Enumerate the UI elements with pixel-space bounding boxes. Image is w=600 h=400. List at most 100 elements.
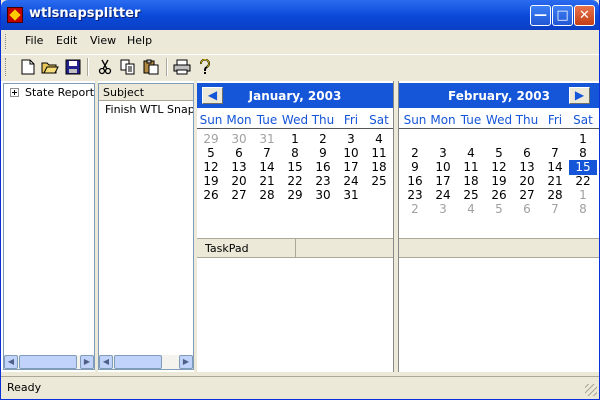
close-button[interactable]: ✕ [574,5,595,26]
calendar-day[interactable]: 6 [225,146,253,161]
menu-edit[interactable]: Edit [56,34,77,47]
calendar-day[interactable]: 13 [225,160,253,175]
calendar-day[interactable]: 3 [429,202,457,217]
help-icon[interactable] [196,58,214,76]
tree-hscrollbar[interactable]: ◀ ▶ [4,355,94,369]
calendar-day[interactable]: 25 [457,188,485,203]
calendar-day[interactable]: 23 [401,188,429,203]
menu-help[interactable]: Help [127,34,152,47]
calendar-day[interactable]: 10 [429,160,457,175]
calendar-day[interactable]: 1 [569,132,597,147]
calendar-day[interactable]: 11 [457,160,485,175]
calendar-day[interactable]: 4 [365,132,393,147]
save-icon[interactable] [64,58,82,76]
calendar-day[interactable]: 2 [401,146,429,161]
calendar-day[interactable]: 12 [197,160,225,175]
calendar-day[interactable]: 21 [253,174,281,189]
calendar-day[interactable]: 25 [365,174,393,189]
calendar-day[interactable]: 29 [281,188,309,203]
new-file-icon[interactable] [19,58,37,76]
calendar-day[interactable]: 20 [513,174,541,189]
app-icon[interactable] [7,7,23,23]
calendar-day[interactable]: 3 [337,132,365,147]
title-bar[interactable]: wtlsnapsplitter — □ ✕ [1,0,599,30]
calendar-day[interactable]: 27 [513,188,541,203]
calendar-day[interactable]: 22 [281,174,309,189]
calendar-day[interactable]: 18 [457,174,485,189]
taskpad[interactable]: TaskPad [197,238,393,372]
calendar-day[interactable]: 14 [253,160,281,175]
tree-view[interactable]: State Reports ◀ ▶ [3,83,95,370]
calendar-day[interactable]: 2 [309,132,337,147]
calendar-day[interactable]: 15 [281,160,309,175]
calendar-day[interactable]: 9 [309,146,337,161]
calendar-day[interactable]: 11 [365,146,393,161]
calendar-day[interactable]: 8 [569,146,597,161]
cut-icon[interactable] [96,58,114,76]
calendar-day[interactable]: 2 [401,202,429,217]
calendar-day[interactable]: 6 [513,202,541,217]
print-icon[interactable] [173,58,191,76]
scroll-right-button[interactable]: ▶ [179,355,193,369]
scroll-right-button[interactable]: ▶ [80,355,94,369]
list-hscrollbar[interactable]: ◀ ▶ [99,355,193,369]
calendar-day[interactable]: 6 [513,146,541,161]
calendar-day[interactable]: 4 [457,202,485,217]
calendar-day[interactable]: 10 [337,146,365,161]
calendar-day[interactable]: 5 [485,202,513,217]
calendar-day[interactable]: 18 [365,160,393,175]
maximize-button[interactable]: □ [552,5,573,26]
calendar-day[interactable]: 3 [429,146,457,161]
calendar-day[interactable]: 28 [253,188,281,203]
calendar-day[interactable]: 31 [253,132,281,147]
calendar-day[interactable]: 7 [541,202,569,217]
calendar-day[interactable]: 4 [457,146,485,161]
calendar-day[interactable]: 24 [429,188,457,203]
calendar-day[interactable]: 7 [253,146,281,161]
calendar-day[interactable]: 19 [197,174,225,189]
calendar-day[interactable]: 29 [197,132,225,147]
calendar-day[interactable]: 12 [485,160,513,175]
menu-grip[interactable] [5,34,9,49]
calendar-day[interactable]: 9 [401,160,429,175]
calendar-day[interactable]: 14 [541,160,569,175]
toolbar-grip[interactable] [5,58,9,76]
calendar-day[interactable]: 23 [309,174,337,189]
scroll-left-button[interactable]: ◀ [4,355,18,369]
menu-file[interactable]: File [25,34,43,47]
scroll-thumb[interactable] [19,355,77,369]
calendar-day[interactable]: 8 [281,146,309,161]
calendar-day[interactable]: 19 [485,174,513,189]
calendar-day[interactable]: 16 [401,174,429,189]
calendar-day[interactable]: 30 [309,188,337,203]
calendar-day[interactable]: 16 [309,160,337,175]
calendar-day[interactable]: 26 [485,188,513,203]
calendar-day[interactable]: 13 [513,160,541,175]
list-item[interactable]: Finish WTL SnapSplitter [105,103,193,116]
message-list[interactable]: Subject Finish WTL SnapSplitter ◀ ▶ [98,83,194,370]
calendar-day[interactable]: 7 [541,146,569,161]
calendar-day[interactable]: 24 [337,174,365,189]
calendar-day[interactable]: 30 [225,132,253,147]
calendar-day[interactable]: 15 [569,160,597,175]
column-header-subject[interactable]: Subject [99,84,193,101]
calendar-day[interactable]: 17 [429,174,457,189]
calendar-day[interactable]: 8 [569,202,597,217]
copy-icon[interactable] [119,58,137,76]
menu-view[interactable]: View [90,34,116,47]
scroll-thumb[interactable] [114,355,162,369]
calendar-day[interactable]: 31 [337,188,365,203]
minimize-button[interactable]: — [530,5,551,26]
calendar-day[interactable]: 26 [197,188,225,203]
taskpad-column-header[interactable]: TaskPad [197,239,296,257]
calendar-day[interactable]: 21 [541,174,569,189]
calendar-day[interactable]: 5 [485,146,513,161]
calendar-day[interactable]: 28 [541,188,569,203]
expand-icon[interactable] [10,88,19,97]
next-month-button[interactable]: ▶ [569,87,590,104]
calendar-day[interactable]: 17 [337,160,365,175]
calendar-day[interactable]: 27 [225,188,253,203]
scroll-left-button[interactable]: ◀ [99,355,113,369]
calendar-day[interactable]: 1 [569,188,597,203]
calendar-february[interactable]: February, 2003 ▶ Sun Mon Tue Wed Thu Fri Sat 1 2… [399,83,599,238]
